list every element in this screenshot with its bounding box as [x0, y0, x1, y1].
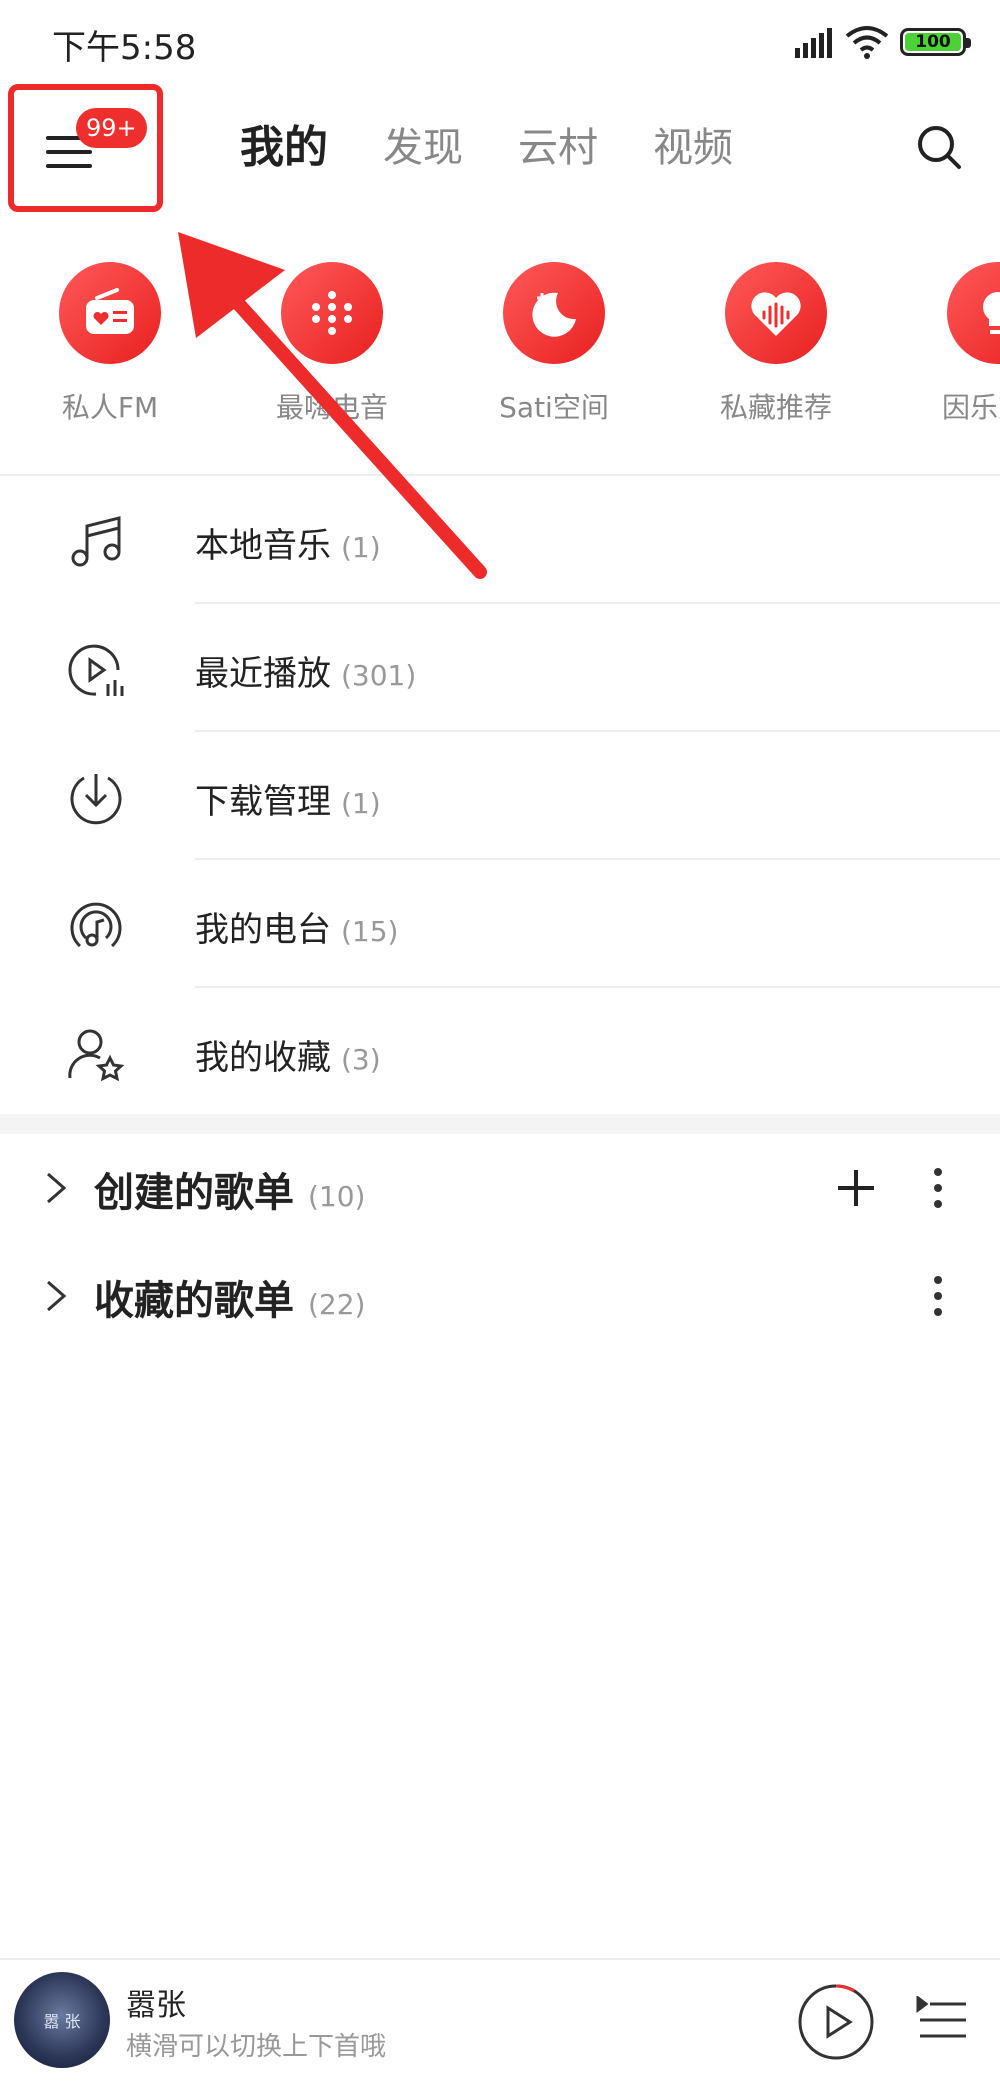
heart-wave-icon: [725, 262, 827, 364]
top-tabs: 我的 发现 云村 视频: [240, 118, 788, 178]
collected-playlists-count: (22): [308, 1288, 366, 1321]
moon-icon: [503, 262, 605, 364]
battery-level: 100: [905, 32, 961, 52]
list-item-count: (1): [341, 531, 381, 564]
download-icon: [70, 774, 122, 825]
podcast-icon: [70, 902, 122, 948]
tab-video[interactable]: 视频: [653, 118, 733, 178]
chevron-right-icon: [47, 1172, 67, 1204]
quick-entry-edm[interactable]: 最嗨电音: [232, 262, 432, 426]
battery-indicator: 100: [900, 28, 971, 56]
list-item-local-music[interactable]: 本地音乐 (1): [0, 476, 1000, 604]
list-item-recent[interactable]: 最近播放 (301): [0, 604, 1000, 732]
search-icon[interactable]: [916, 124, 962, 170]
list-item-label: 下载管理: [195, 782, 331, 822]
add-playlist-icon[interactable]: [836, 1168, 876, 1208]
quick-entry-label: 私人FM: [61, 391, 159, 424]
menu-button[interactable]: 99+: [8, 84, 163, 212]
tab-mine[interactable]: 我的: [240, 118, 328, 178]
list-item-download[interactable]: 下载管理 (1): [0, 732, 1000, 860]
quick-entry-sati[interactable]: Sati空间: [454, 262, 654, 426]
quick-entry-fm[interactable]: 私人FM: [10, 262, 210, 426]
quick-entry-label: 私藏推荐: [719, 391, 832, 424]
chevron-right-icon: [47, 1280, 67, 1312]
list-item-count: (15): [341, 915, 399, 948]
status-time: 下午5:58: [52, 28, 197, 68]
album-art[interactable]: 嚣 张: [14, 1972, 110, 2068]
collected-playlists-header[interactable]: 收藏的歌单 (22): [0, 1246, 1000, 1346]
tab-village[interactable]: 云村: [518, 118, 598, 178]
quick-entry-social[interactable]: 因乐交友: [898, 262, 1000, 426]
list-item-count: (1): [341, 787, 381, 820]
more-options-icon[interactable]: [926, 1274, 950, 1318]
list-item-label: 最近播放: [195, 654, 331, 694]
music-note-icon: [71, 516, 121, 567]
quick-entry-label: Sati空间: [499, 391, 609, 424]
created-playlists-count: (10): [308, 1180, 366, 1213]
quick-entry-label: 最嗨电音: [275, 391, 388, 424]
list-item-count: (301): [341, 659, 417, 692]
list-item-label: 本地音乐: [195, 526, 331, 566]
library-list: 本地音乐 (1) 最近播放 (301) 下载管理 (1) 我的电台 (15) 我…: [0, 476, 1000, 1116]
quick-entries: 私人FM 最嗨电音 Sati空间 私藏推荐 因乐: [0, 262, 1000, 432]
collected-playlists-title: 收藏的歌单: [94, 1278, 294, 1324]
list-item-radio[interactable]: 我的电台 (15): [0, 860, 1000, 988]
list-item-label: 我的电台: [195, 910, 331, 950]
song-subtitle: 横滑可以切换上下首哦: [126, 2032, 387, 2062]
notification-badge: 99+: [76, 108, 147, 148]
list-item-count: (3): [341, 1043, 381, 1076]
signal-icon: [795, 28, 832, 58]
quick-entry-recommend[interactable]: 私藏推荐: [676, 262, 876, 426]
mini-player[interactable]: 嚣 张 嚣张 横滑可以切换上下首哦: [0, 1958, 1000, 2081]
song-title: 嚣张: [126, 1988, 186, 2023]
list-item-favorites[interactable]: 我的收藏 (3): [0, 988, 1000, 1116]
dots-grid-icon: [281, 262, 383, 364]
quick-entry-label: 因乐交友: [941, 391, 1000, 424]
tab-discover[interactable]: 发现: [383, 118, 463, 178]
status-bar: 下午5:58 100: [0, 0, 1000, 80]
radio-icon: [59, 262, 161, 364]
created-playlists-title: 创建的歌单: [94, 1170, 294, 1216]
list-item-label: 我的收藏: [195, 1038, 331, 1078]
album-art-text: 嚣 张: [43, 2012, 81, 2031]
playlist-queue-icon[interactable]: [916, 1996, 968, 2044]
wifi-icon: [845, 26, 889, 59]
user-star-icon: [68, 1029, 125, 1082]
play-icon[interactable]: [796, 1982, 876, 2062]
created-playlists-header[interactable]: 创建的歌单 (10): [0, 1138, 1000, 1238]
more-options-icon[interactable]: [926, 1166, 950, 1210]
bulb-icon: [947, 262, 1000, 364]
section-divider: [0, 1114, 1000, 1134]
recent-play-icon: [68, 644, 124, 696]
